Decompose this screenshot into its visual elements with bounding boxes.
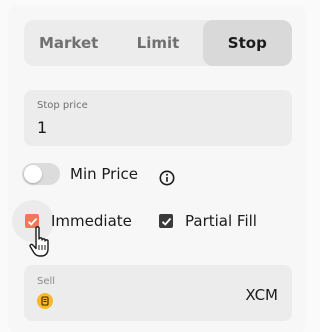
toggle-knob: [24, 165, 42, 183]
min-price-row: Min Price: [22, 163, 138, 185]
stop-price-input[interactable]: [37, 118, 267, 137]
immediate-label: Immediate: [51, 212, 132, 230]
stop-price-label: Stop price: [37, 100, 88, 111]
partial-fill-option[interactable]: Partial Fill: [159, 212, 257, 230]
partial-fill-checkbox[interactable]: [159, 214, 173, 228]
hand-cursor-icon: [29, 226, 49, 257]
min-price-label: Min Price: [70, 165, 138, 183]
sell-label: Sell: [37, 276, 56, 287]
sell-field[interactable]: Sell XCM: [24, 265, 292, 321]
checkmark-icon: [161, 217, 171, 226]
partial-fill-label: Partial Fill: [185, 212, 257, 230]
min-price-toggle[interactable]: [22, 163, 60, 185]
tab-market[interactable]: Market: [24, 20, 113, 66]
tab-limit[interactable]: Limit: [113, 20, 202, 66]
stop-price-field[interactable]: Stop price: [24, 90, 292, 146]
order-type-tabs: Market Limit Stop: [24, 20, 292, 66]
tab-stop[interactable]: Stop: [202, 20, 292, 66]
sell-currency: XCM: [245, 286, 278, 304]
coin-icon: [37, 293, 53, 309]
info-icon[interactable]: [159, 170, 175, 186]
